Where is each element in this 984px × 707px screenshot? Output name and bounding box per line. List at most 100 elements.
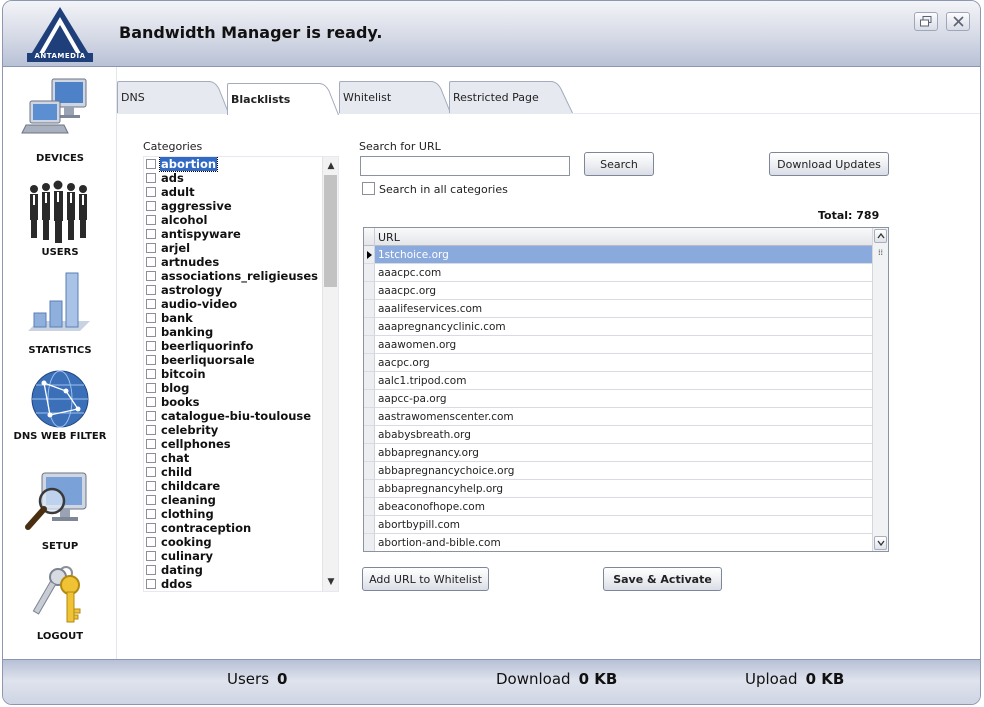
scroll-up-icon[interactable]: ▲ bbox=[323, 159, 338, 173]
category-checkbox[interactable] bbox=[146, 579, 156, 589]
save-activate-button[interactable]: Save & Activate bbox=[603, 567, 722, 591]
sidebar-item-users[interactable]: USERS bbox=[3, 179, 117, 258]
category-checkbox[interactable] bbox=[146, 537, 156, 547]
category-item[interactable]: clothing bbox=[144, 507, 324, 521]
scroll-down-icon[interactable]: ▼ bbox=[323, 575, 338, 589]
category-checkbox[interactable] bbox=[146, 495, 156, 505]
row-indicator[interactable] bbox=[364, 300, 375, 317]
category-item[interactable]: cooking bbox=[144, 535, 324, 549]
category-item[interactable]: celebrity bbox=[144, 423, 324, 437]
category-item[interactable]: abortion bbox=[144, 157, 324, 172]
scroll-thumb[interactable] bbox=[324, 175, 337, 287]
category-item[interactable]: arjel bbox=[144, 241, 324, 255]
category-checkbox[interactable] bbox=[146, 187, 156, 197]
sidebar-item-setup[interactable]: SETUP bbox=[3, 469, 117, 552]
table-row[interactable]: ababysbreath.org bbox=[364, 426, 872, 444]
category-checkbox[interactable] bbox=[146, 327, 156, 337]
url-column-header[interactable]: URL bbox=[378, 231, 400, 244]
add-url-to-whitelist-button[interactable]: Add URL to Whitelist bbox=[362, 567, 489, 591]
category-checkbox[interactable] bbox=[146, 201, 156, 211]
tab-restricted-page[interactable]: Restricted Page bbox=[449, 81, 573, 113]
category-item[interactable]: ads bbox=[144, 171, 324, 185]
category-checkbox[interactable] bbox=[146, 439, 156, 449]
grid-scrollbar[interactable]: ⁞⁞ bbox=[872, 228, 888, 551]
categories-scrollbar[interactable]: ▲ ▼ bbox=[322, 157, 338, 591]
category-item[interactable]: bank bbox=[144, 311, 324, 325]
category-checkbox[interactable] bbox=[146, 313, 156, 323]
url-grid[interactable]: URL 1stchoice.org aaacpc.com aaacpc.org aaa… bbox=[363, 227, 889, 552]
category-checkbox[interactable] bbox=[146, 383, 156, 393]
category-item[interactable]: chat bbox=[144, 451, 324, 465]
category-checkbox[interactable] bbox=[146, 215, 156, 225]
category-checkbox[interactable] bbox=[146, 285, 156, 295]
table-row[interactable]: abbapregnancychoice.org bbox=[364, 462, 872, 480]
category-item[interactable]: beerliquorinfo bbox=[144, 339, 324, 353]
row-indicator[interactable] bbox=[364, 354, 375, 371]
row-indicator[interactable] bbox=[364, 336, 375, 353]
category-checkbox[interactable] bbox=[146, 467, 156, 477]
table-row[interactable]: abbapregnancy.org bbox=[364, 444, 872, 462]
category-item[interactable]: bitcoin bbox=[144, 367, 324, 381]
table-row[interactable]: abeaconofhope.com bbox=[364, 498, 872, 516]
table-row[interactable]: aaawomen.org bbox=[364, 336, 872, 354]
row-indicator[interactable] bbox=[364, 534, 375, 551]
row-indicator[interactable] bbox=[364, 264, 375, 281]
category-checkbox[interactable] bbox=[146, 425, 156, 435]
table-row[interactable]: aacpc.org bbox=[364, 354, 872, 372]
row-indicator[interactable] bbox=[364, 516, 375, 533]
table-row[interactable]: aaapregnancyclinic.com bbox=[364, 318, 872, 336]
category-checkbox[interactable] bbox=[146, 551, 156, 561]
category-item[interactable]: culinary bbox=[144, 549, 324, 563]
restore-button[interactable] bbox=[914, 12, 938, 31]
table-row[interactable]: aaalifeservices.com bbox=[364, 300, 872, 318]
category-checkbox[interactable] bbox=[146, 257, 156, 267]
table-row[interactable]: aaacpc.org bbox=[364, 282, 872, 300]
category-checkbox[interactable] bbox=[146, 453, 156, 463]
table-row[interactable]: aapcc-pa.org bbox=[364, 390, 872, 408]
category-item[interactable]: banking bbox=[144, 325, 324, 339]
table-row[interactable]: abortbypill.com bbox=[364, 516, 872, 534]
category-item[interactable]: beerliquorsale bbox=[144, 353, 324, 367]
row-indicator[interactable] bbox=[364, 408, 375, 425]
category-item[interactable]: cellphones bbox=[144, 437, 324, 451]
category-item[interactable]: childcare bbox=[144, 479, 324, 493]
category-checkbox[interactable] bbox=[146, 229, 156, 239]
category-checkbox[interactable] bbox=[146, 509, 156, 519]
sidebar-item-dns-web-filter[interactable]: DNS WEB FILTER bbox=[3, 369, 117, 442]
search-all-categories-checkbox[interactable] bbox=[362, 182, 375, 195]
row-indicator[interactable] bbox=[364, 282, 375, 299]
category-item[interactable]: astrology bbox=[144, 283, 324, 297]
download-updates-button[interactable]: Download Updates bbox=[769, 152, 889, 176]
category-checkbox[interactable] bbox=[146, 411, 156, 421]
grip-icon[interactable]: ⁞⁞ bbox=[874, 246, 887, 260]
category-item[interactable]: artnudes bbox=[144, 255, 324, 269]
table-row[interactable]: 1stchoice.org bbox=[364, 246, 872, 264]
category-item[interactable]: dating bbox=[144, 563, 324, 577]
row-indicator[interactable] bbox=[364, 480, 375, 497]
category-item[interactable]: child bbox=[144, 465, 324, 479]
category-item[interactable]: antispyware bbox=[144, 227, 324, 241]
table-row[interactable]: abortion-and-bible.com bbox=[364, 534, 872, 551]
row-indicator[interactable] bbox=[364, 390, 375, 407]
category-item[interactable]: contraception bbox=[144, 521, 324, 535]
category-checkbox[interactable] bbox=[146, 341, 156, 351]
row-indicator[interactable] bbox=[364, 246, 375, 263]
table-row[interactable]: aalc1.tripod.com bbox=[364, 372, 872, 390]
category-checkbox[interactable] bbox=[146, 243, 156, 253]
sidebar-item-logout[interactable]: LOGOUT bbox=[3, 563, 117, 642]
category-item[interactable]: associations_religieuses bbox=[144, 269, 324, 283]
tab-whitelist[interactable]: Whitelist bbox=[339, 81, 451, 113]
row-indicator[interactable] bbox=[364, 444, 375, 461]
category-item[interactable]: blog bbox=[144, 381, 324, 395]
scroll-up-icon[interactable] bbox=[874, 229, 887, 243]
tab-dns[interactable]: DNS bbox=[117, 81, 229, 113]
category-checkbox[interactable] bbox=[146, 369, 156, 379]
row-indicator[interactable] bbox=[364, 372, 375, 389]
categories-list[interactable]: abortion ads adult aggressive alcohol antispy… bbox=[143, 156, 339, 592]
table-row[interactable]: aaacpc.com bbox=[364, 264, 872, 282]
sidebar-item-statistics[interactable]: STATISTICS bbox=[3, 269, 117, 356]
search-button[interactable]: Search bbox=[584, 152, 654, 176]
table-row[interactable]: abbapregnancyhelp.org bbox=[364, 480, 872, 498]
category-item[interactable]: catalogue-biu-toulouse bbox=[144, 409, 324, 423]
category-checkbox[interactable] bbox=[146, 481, 156, 491]
